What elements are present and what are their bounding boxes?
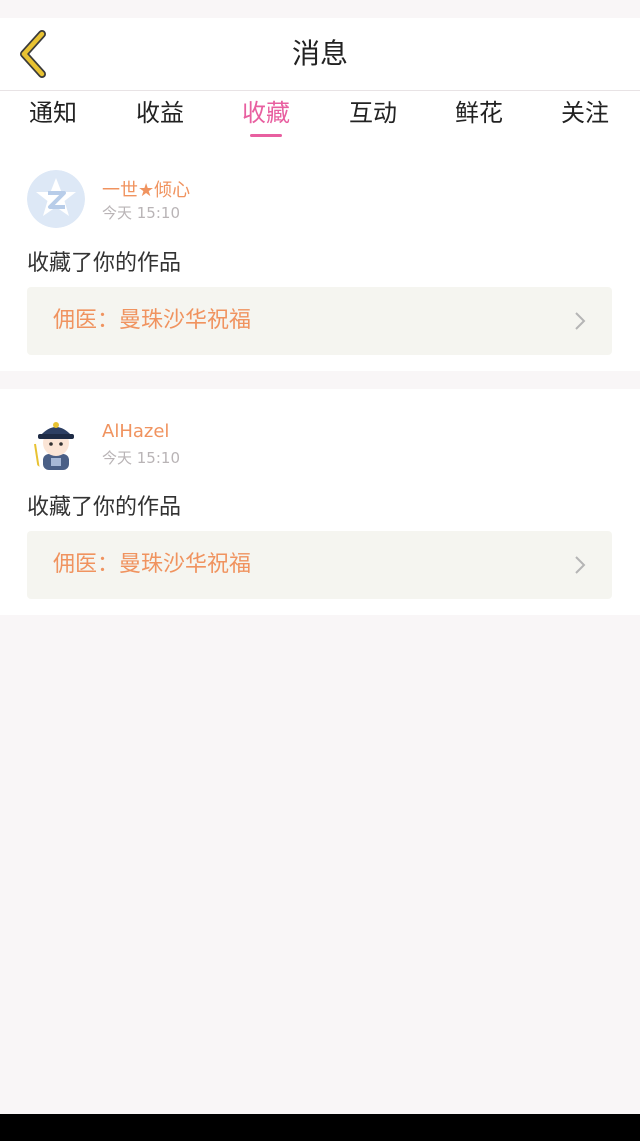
qq-zone-avatar-icon	[27, 170, 85, 228]
username[interactable]: AlHazel	[102, 421, 169, 442]
message-time: 今天 15:10	[102, 204, 180, 222]
action-text: 收藏了你的作品	[27, 495, 182, 520]
cartoon-official-avatar-icon	[27, 414, 85, 472]
message-card: AlHazel 今天 15:10 收藏了你的作品 佣医：曼珠沙华祝福	[0, 389, 640, 615]
tab-label: 收益	[136, 99, 184, 127]
chevron-right-icon	[575, 312, 586, 330]
tab-notifications[interactable]: 通知	[8, 91, 98, 147]
tab-label: 通知	[29, 99, 77, 127]
action-text: 收藏了你的作品	[27, 251, 182, 276]
username[interactable]: 一世★倾心	[102, 176, 190, 202]
tab-label: 关注	[561, 99, 609, 127]
tab-label: 互动	[349, 99, 397, 127]
message-card: 一世★倾心 今天 15:10 收藏了你的作品 佣医：曼珠沙华祝福	[0, 147, 640, 371]
tab-follows[interactable]: 关注	[540, 91, 630, 147]
work-link[interactable]: 佣医：曼珠沙华祝福	[27, 531, 612, 599]
top-nav-bar: 消息	[0, 18, 640, 91]
work-title: 佣医：曼珠沙华祝福	[53, 308, 252, 333]
tab-bar: 通知 收益 收藏 互动 鲜花 关注	[0, 91, 640, 147]
tab-earnings[interactable]: 收益	[115, 91, 205, 147]
work-title: 佣医：曼珠沙华祝福	[53, 552, 252, 577]
tab-label: 收藏	[242, 99, 290, 127]
tab-flowers[interactable]: 鲜花	[434, 91, 524, 147]
message-time: 今天 15:10	[102, 449, 180, 467]
tab-interactions[interactable]: 互动	[328, 91, 418, 147]
avatar[interactable]	[27, 170, 85, 228]
page-title: 消息	[291, 37, 348, 70]
messages-screen: 消息 通知 收益 收藏 互动 鲜花 关注 一世★倾心 今天 15:10 收藏了你…	[0, 0, 640, 1114]
tab-favorites[interactable]: 收藏	[221, 91, 311, 147]
status-bar-area	[0, 0, 640, 18]
work-link[interactable]: 佣医：曼珠沙华祝福	[27, 287, 612, 355]
active-tab-indicator	[250, 134, 282, 137]
avatar[interactable]	[27, 414, 85, 472]
chevron-right-icon	[575, 556, 586, 574]
tab-label: 鲜花	[455, 99, 503, 127]
